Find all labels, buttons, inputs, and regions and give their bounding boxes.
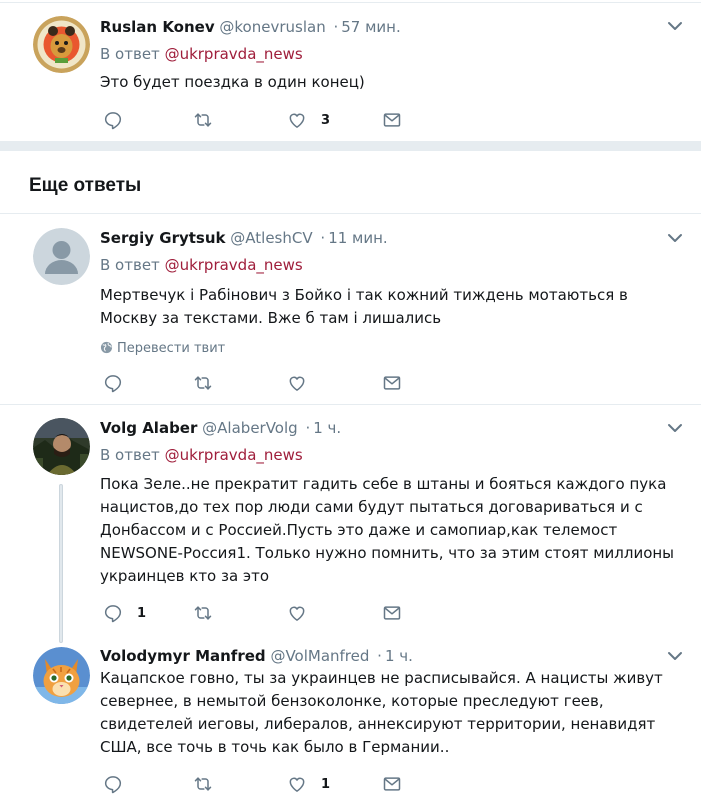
tweet-actions: 1 bbox=[100, 772, 420, 796]
author-handle[interactable]: @VolManfred bbox=[270, 647, 369, 665]
retweet-button[interactable] bbox=[193, 371, 213, 395]
translate-label: Перевести твит bbox=[117, 341, 226, 356]
retweet-button[interactable] bbox=[193, 601, 213, 625]
reply-prefix: В ответ bbox=[100, 446, 160, 464]
tweet-header: Ruslan Konev @konevruslan · 57 мин. bbox=[100, 16, 401, 38]
like-count: 3 bbox=[321, 112, 331, 128]
retweet-icon bbox=[194, 113, 212, 127]
envelope-icon bbox=[383, 606, 401, 620]
like-button[interactable] bbox=[287, 601, 307, 625]
tweet-actions: 1 bbox=[100, 601, 420, 625]
avatar[interactable] bbox=[33, 16, 90, 73]
tweet-sergiy-grytsuk[interactable]: Sergiy Grytsuk @AtleshCV · 11 мин. В отве… bbox=[0, 214, 701, 404]
reply-count: 1 bbox=[137, 605, 147, 621]
separator-dot: · bbox=[377, 647, 382, 665]
retweet-icon bbox=[194, 376, 212, 390]
tweet-ruslan-konev[interactable]: Ruslan Konev @konevruslan · 57 мин. В отв… bbox=[0, 0, 701, 138]
direct-message-button[interactable] bbox=[382, 601, 402, 625]
author-name[interactable]: Sergiy Grytsuk bbox=[100, 229, 226, 247]
avatar[interactable] bbox=[33, 647, 90, 704]
tweet-text: Пока Зеле..не прекратит гадить себе в шт… bbox=[100, 475, 675, 585]
heart-icon bbox=[289, 777, 305, 792]
chevron-down-icon[interactable] bbox=[667, 422, 683, 434]
tweet-header: Volg Alaber @AlaberVolg · 1 ч. bbox=[100, 417, 341, 439]
direct-message-button[interactable] bbox=[382, 108, 402, 132]
tweet-text: Это будет поездка в один конец) bbox=[100, 73, 365, 91]
retweet-icon bbox=[194, 606, 212, 620]
envelope-icon bbox=[383, 113, 401, 127]
reply-icon bbox=[104, 605, 122, 623]
photo-avatar-icon bbox=[33, 418, 90, 475]
section-gap bbox=[0, 141, 701, 151]
chevron-down-icon[interactable] bbox=[667, 650, 683, 662]
tweet-time[interactable]: 57 мин. bbox=[341, 18, 401, 36]
like-count: 1 bbox=[321, 776, 331, 792]
tweet-header: Sergiy Grytsuk @AtleshCV · 11 мин. bbox=[100, 227, 388, 249]
reply-button[interactable]: 1 bbox=[103, 601, 146, 625]
author-name[interactable]: Volg Alaber bbox=[100, 419, 197, 437]
avatar[interactable] bbox=[33, 228, 90, 285]
separator-dot: · bbox=[333, 18, 339, 36]
translate-link[interactable]: Перевести твит bbox=[100, 340, 225, 358]
reply-icon bbox=[104, 375, 122, 393]
envelope-icon bbox=[383, 376, 401, 390]
mention-link[interactable]: @ukrpravda_news bbox=[165, 45, 303, 63]
tweet-time[interactable]: 1 ч. bbox=[313, 419, 341, 437]
reply-icon bbox=[104, 112, 122, 130]
reply-prefix: В ответ bbox=[100, 256, 160, 274]
default-user-avatar-icon bbox=[33, 228, 90, 285]
retweet-button[interactable] bbox=[193, 772, 213, 796]
heart-icon bbox=[289, 606, 305, 621]
author-handle[interactable]: @konevruslan bbox=[219, 18, 325, 36]
like-button[interactable]: 1 bbox=[287, 772, 330, 796]
globe-icon bbox=[100, 341, 113, 354]
heart-icon bbox=[289, 376, 305, 391]
author-handle[interactable]: @AlaberVolg bbox=[202, 419, 298, 437]
chevron-down-icon[interactable] bbox=[667, 20, 683, 32]
tweet-time[interactable]: 11 мин. bbox=[328, 229, 388, 247]
chevron-down-icon[interactable] bbox=[667, 232, 683, 244]
author-name[interactable]: Volodymyr Manfred bbox=[100, 647, 266, 665]
tweet-text: Кацапское говно, ты за украинцев не расп… bbox=[100, 669, 663, 756]
direct-message-button[interactable] bbox=[382, 371, 402, 395]
tweet-actions: 3 bbox=[100, 108, 420, 132]
retweet-button[interactable] bbox=[193, 108, 213, 132]
reply-button[interactable] bbox=[103, 772, 123, 796]
mention-link[interactable]: @ukrpravda_news bbox=[165, 256, 303, 274]
reply-button[interactable] bbox=[103, 108, 123, 132]
retweet-icon bbox=[194, 777, 212, 791]
avatar[interactable] bbox=[33, 418, 90, 475]
tweet-text: Мертвечук і Рабінович з Бойко і так кожн… bbox=[100, 286, 628, 327]
direct-message-button[interactable] bbox=[382, 772, 402, 796]
reply-to: В ответ @ukrpravda_news bbox=[100, 255, 303, 275]
like-button[interactable]: 3 bbox=[287, 108, 330, 132]
reply-button[interactable] bbox=[103, 371, 123, 395]
heart-icon bbox=[289, 113, 305, 128]
tweet-time[interactable]: 1 ч. bbox=[385, 647, 413, 665]
section-title: Еще ответы bbox=[29, 175, 142, 196]
tweet-volodymyr-manfred[interactable]: Volodymyr Manfred @VolManfred · 1 ч. Каца… bbox=[0, 643, 701, 803]
author-handle[interactable]: @AtleshCV bbox=[230, 229, 312, 247]
bear-logo-avatar-icon bbox=[33, 16, 90, 73]
separator-dot: · bbox=[305, 419, 311, 437]
tweet-actions bbox=[100, 371, 420, 395]
separator-dot: · bbox=[320, 229, 326, 247]
like-button[interactable] bbox=[287, 371, 307, 395]
tweet-volg-alaber[interactable]: Volg Alaber @AlaberVolg · 1 ч. В ответ @u… bbox=[0, 405, 701, 643]
reply-prefix: В ответ bbox=[100, 45, 160, 63]
author-name[interactable]: Ruslan Konev bbox=[100, 18, 215, 36]
tweet-header: Volodymyr Manfred @VolManfred · 1 ч. bbox=[100, 645, 413, 667]
reply-to: В ответ @ukrpravda_news bbox=[100, 44, 303, 64]
reply-icon bbox=[104, 776, 122, 794]
cat-avatar-icon bbox=[33, 647, 90, 704]
mention-link[interactable]: @ukrpravda_news bbox=[165, 446, 303, 464]
reply-to: В ответ @ukrpravda_news bbox=[100, 445, 303, 465]
envelope-icon bbox=[383, 777, 401, 791]
